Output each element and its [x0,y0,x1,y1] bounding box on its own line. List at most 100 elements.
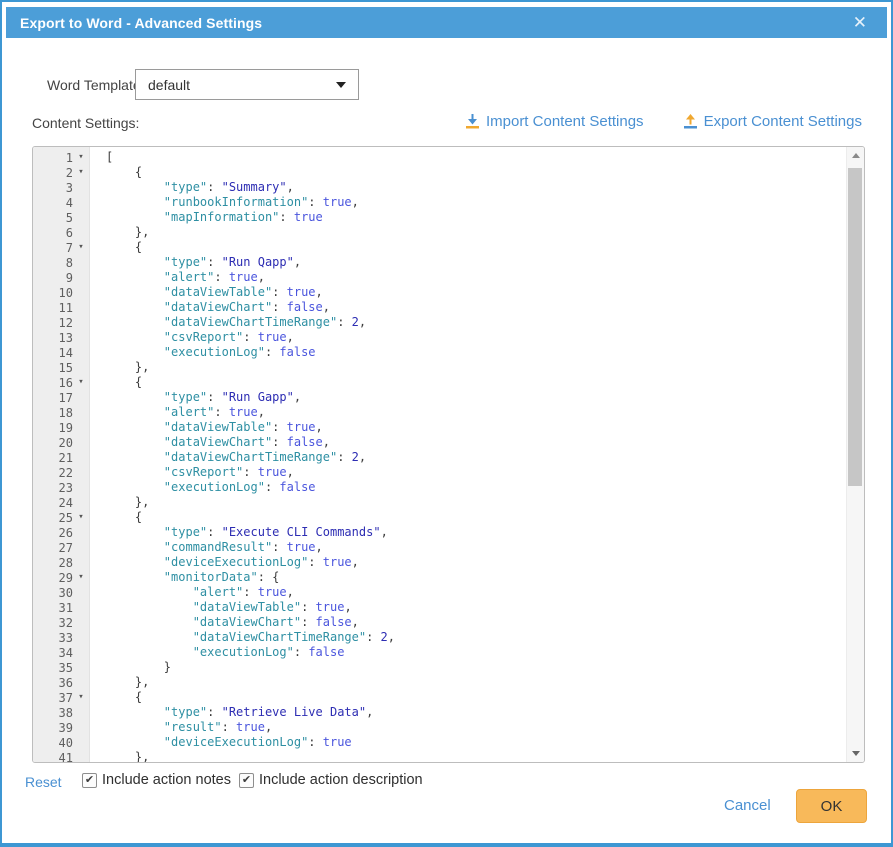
code-line[interactable]: }, [106,360,846,375]
include-action-notes-label: Include action notes [102,772,231,788]
line-number: 18 [33,405,89,420]
code-line[interactable]: "type": "Summary", [106,180,846,195]
line-number: 3 [33,180,89,195]
code-line[interactable]: "dataViewChart": false, [106,615,846,630]
export-upload-icon [684,114,697,129]
line-number: 10 [33,285,89,300]
code-line[interactable]: { [106,510,846,525]
include-action-description-option[interactable]: Include action description [239,772,423,788]
line-number: 1▾ [33,150,89,165]
fold-arrow-icon[interactable]: ▾ [73,375,89,390]
fold-arrow-icon[interactable]: ▾ [73,690,89,705]
cancel-button[interactable]: Cancel [724,797,771,814]
code-line[interactable]: "csvReport": true, [106,465,846,480]
code-line[interactable]: "dataViewChartTimeRange": 2, [106,450,846,465]
line-number: 22 [33,465,89,480]
include-action-notes-option[interactable]: Include action notes [82,772,231,788]
export-content-settings-link[interactable]: Export Content Settings [684,113,862,130]
line-number: 6 [33,225,89,240]
code-line[interactable]: "dataViewChart": false, [106,435,846,450]
code-line[interactable]: "dataViewTable": true, [106,285,846,300]
ok-button[interactable]: OK [796,789,867,823]
scrollbar-thumb[interactable] [848,168,862,486]
include-action-notes-checkbox[interactable] [82,773,97,788]
line-number: 16▾ [33,375,89,390]
code-line[interactable]: "mapInformation": true [106,210,846,225]
word-template-select[interactable]: default [135,69,359,100]
code-line[interactable]: "executionLog": false [106,480,846,495]
code-line[interactable]: "runbookInformation": true, [106,195,846,210]
code-line[interactable]: "csvReport": true, [106,330,846,345]
line-number: 14 [33,345,89,360]
code-line[interactable]: "alert": true, [106,405,846,420]
code-line[interactable]: { [106,375,846,390]
code-line[interactable]: "commandResult": true, [106,540,846,555]
code-line[interactable]: [ [106,150,846,165]
line-number: 30 [33,585,89,600]
code-line[interactable]: { [106,165,846,180]
fold-arrow-icon[interactable]: ▾ [73,240,89,255]
code-line[interactable]: { [106,240,846,255]
code-line[interactable]: "result": true, [106,720,846,735]
line-number: 25▾ [33,510,89,525]
editor-scrollbar[interactable] [846,147,864,762]
code-line[interactable]: }, [106,750,846,762]
scroll-up-button[interactable] [847,147,864,164]
close-icon[interactable]: ✕ [847,12,873,33]
line-number: 41 [33,750,89,763]
code-line[interactable]: { [106,690,846,705]
code-line[interactable]: "type": "Run Qapp", [106,255,846,270]
line-number: 32 [33,615,89,630]
content-settings-links: Import Content Settings Export Content S… [466,113,862,130]
line-number: 7▾ [33,240,89,255]
line-number: 8 [33,255,89,270]
line-number: 33 [33,630,89,645]
line-number: 15 [33,360,89,375]
reset-link[interactable]: Reset [25,774,62,790]
line-number: 11 [33,300,89,315]
word-template-label: Word Template: [47,77,145,93]
code-line[interactable]: "dataViewChartTimeRange": 2, [106,315,846,330]
code-line[interactable]: "deviceExecutionLog": true [106,735,846,750]
code-line[interactable]: "dataViewTable": true, [106,420,846,435]
include-action-description-checkbox[interactable] [239,773,254,788]
word-template-value: default [148,77,190,93]
line-number: 12 [33,315,89,330]
line-number: 4 [33,195,89,210]
code-line[interactable]: "dataViewChartTimeRange": 2, [106,630,846,645]
checkbox-row: Include action notes Include action desc… [82,772,423,788]
scroll-down-button[interactable] [847,745,864,762]
json-editor[interactable]: 1▾2▾34567▾8910111213141516▾1718192021222… [32,146,865,763]
line-number: 40 [33,735,89,750]
code-line[interactable]: "type": "Execute CLI Commands", [106,525,846,540]
line-number: 27 [33,540,89,555]
code-line[interactable]: "alert": true, [106,270,846,285]
content-settings-label: Content Settings: [32,115,139,131]
fold-arrow-icon[interactable]: ▾ [73,570,89,585]
code-line[interactable]: "monitorData": { [106,570,846,585]
code-line[interactable]: }, [106,225,846,240]
import-content-settings-link[interactable]: Import Content Settings [466,113,644,130]
code-line[interactable]: "dataViewTable": true, [106,600,846,615]
code-line[interactable]: }, [106,675,846,690]
export-to-word-dialog: Export to Word - Advanced Settings ✕ Wor… [0,0,893,847]
code-line[interactable]: } [106,660,846,675]
code-line[interactable]: "alert": true, [106,585,846,600]
fold-arrow-icon[interactable]: ▾ [73,165,89,180]
code-line[interactable]: "type": "Retrieve Live Data", [106,705,846,720]
import-download-icon [466,114,479,129]
editor-gutter: 1▾2▾34567▾8910111213141516▾1718192021222… [33,147,90,762]
code-line[interactable]: "deviceExecutionLog": true, [106,555,846,570]
fold-arrow-icon[interactable]: ▾ [73,510,89,525]
editor-content[interactable]: [ { "type": "Summary", "runbookInformati… [90,147,846,762]
code-line[interactable]: }, [106,495,846,510]
code-line[interactable]: "dataViewChart": false, [106,300,846,315]
include-action-description-label: Include action description [259,772,423,788]
line-number: 37▾ [33,690,89,705]
line-number: 31 [33,600,89,615]
fold-arrow-icon[interactable]: ▾ [73,150,89,165]
code-line[interactable]: "executionLog": false [106,345,846,360]
code-line[interactable]: "type": "Run Gapp", [106,390,846,405]
line-number: 20 [33,435,89,450]
code-line[interactable]: "executionLog": false [106,645,846,660]
